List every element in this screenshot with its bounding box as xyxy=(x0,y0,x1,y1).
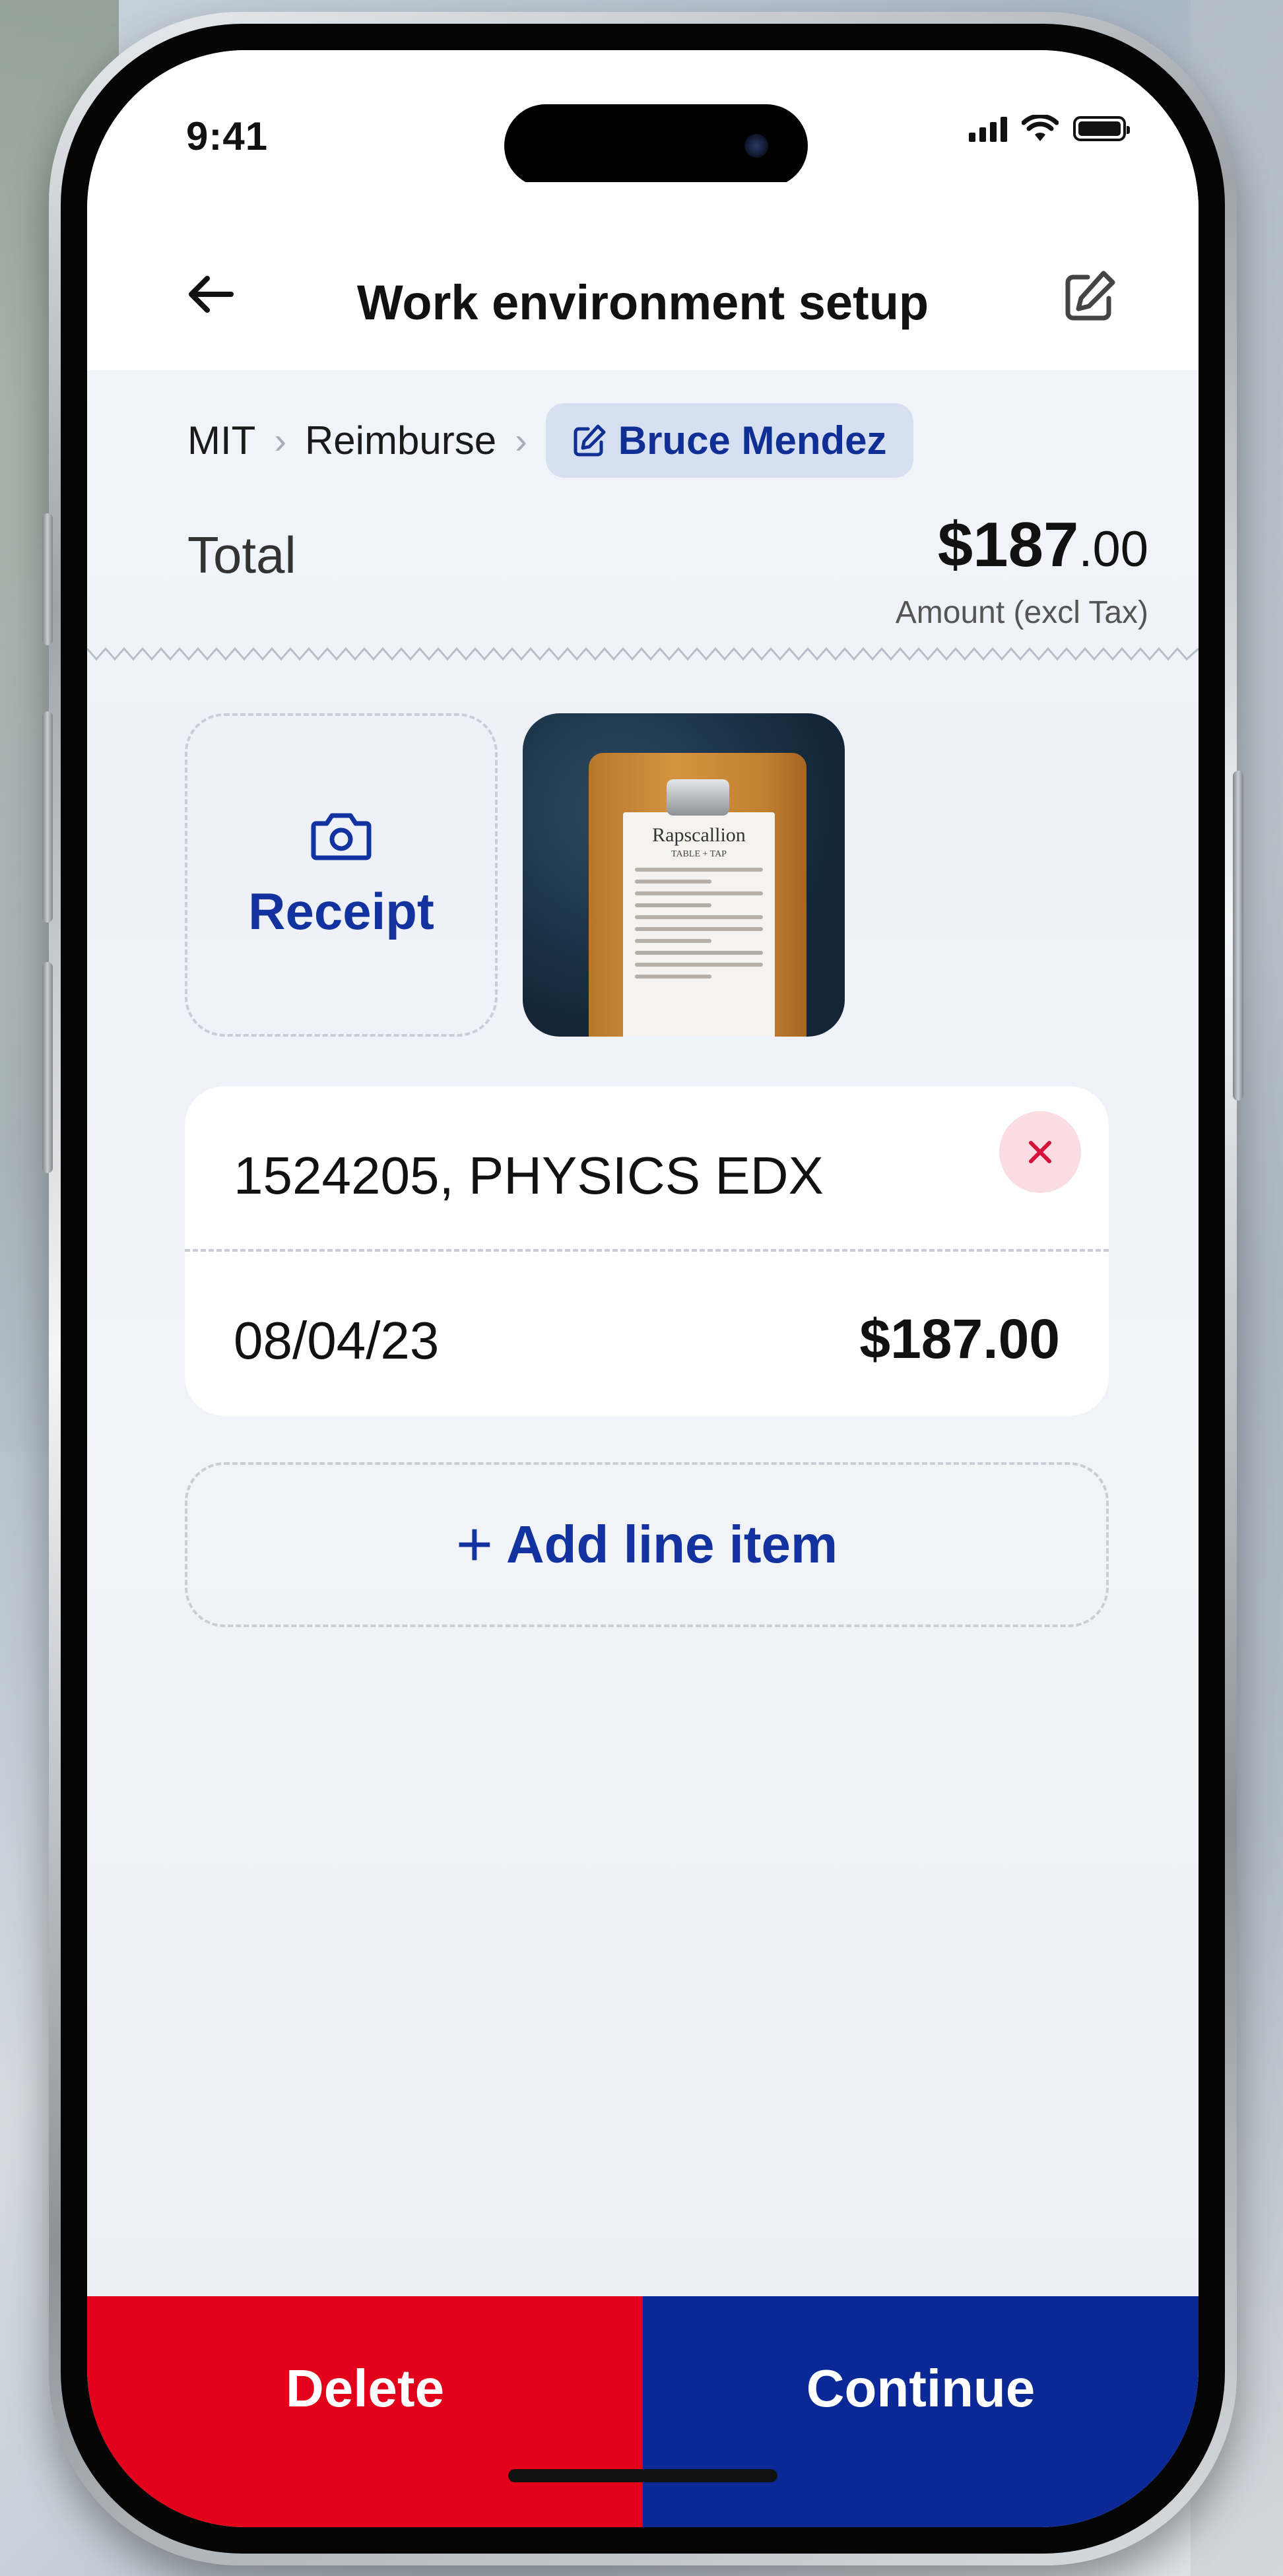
receipt-upload-button[interactable]: Receipt xyxy=(185,713,498,1037)
page-title: Work environment setup xyxy=(356,275,929,330)
receipt-text-line xyxy=(635,915,763,919)
line-item-card[interactable]: 1524205, PHYSICS EDX 08/04/23 $187.00 xyxy=(185,1086,1109,1416)
chevron-right-icon: › xyxy=(515,420,527,461)
receipt-logo-subtext: TABLE + TAP xyxy=(671,849,727,859)
status-icons xyxy=(969,115,1130,143)
edit-icon[interactable] xyxy=(1061,268,1118,325)
receipt-text-line xyxy=(635,891,763,895)
receipt-text-line xyxy=(635,880,712,884)
dynamic-island xyxy=(504,104,808,187)
plus-icon: + xyxy=(455,1509,493,1580)
clipboard-clip xyxy=(667,779,729,816)
screen: 9:41 Work environment setup MIT › Reimbu… xyxy=(87,50,1199,2527)
phone-frame: 9:41 Work environment setup MIT › Reimbu… xyxy=(42,12,1243,2565)
receipt-text-line xyxy=(635,903,712,907)
clipboard-image: Rapscallion TABLE + TAP xyxy=(589,753,806,1037)
line-item-divider xyxy=(185,1249,1109,1252)
receipt-text-line xyxy=(635,868,763,872)
home-indicator[interactable] xyxy=(508,2469,777,2482)
receipt-text-line xyxy=(635,927,763,931)
delete-button-label: Delete xyxy=(285,2359,445,2418)
receipt-logo-text: Rapscallion xyxy=(652,824,746,846)
volume-up-button xyxy=(42,711,53,922)
line-item-title: 1524205, PHYSICS EDX xyxy=(234,1146,824,1205)
volume-down-button xyxy=(42,962,53,1173)
power-button xyxy=(1233,771,1243,1101)
receipt-text-line xyxy=(635,963,763,967)
delete-button[interactable]: Delete xyxy=(87,2296,643,2527)
action-button xyxy=(42,513,53,645)
total-amount: $187.00 xyxy=(938,509,1148,581)
front-camera xyxy=(744,134,768,158)
chevron-right-icon: › xyxy=(274,420,286,461)
breadcrumb: MIT › Reimburse › Bruce Mendez xyxy=(187,403,913,478)
camera-icon xyxy=(311,813,372,860)
status-bar: 9:41 xyxy=(87,50,1199,187)
line-item-amount: $187.00 xyxy=(859,1308,1060,1370)
total-subtitle: Amount (excl Tax) xyxy=(895,595,1148,630)
total-label: Total xyxy=(187,526,296,584)
total-amount-cents: .00 xyxy=(1078,521,1148,577)
header: Work environment setup xyxy=(87,182,1199,370)
wifi-icon xyxy=(1022,115,1059,141)
receipt-text-line xyxy=(635,939,712,943)
continue-button[interactable]: Continue xyxy=(643,2296,1199,2527)
receipt-label: Receipt xyxy=(248,882,434,940)
breadcrumb-current-label: Bruce Mendez xyxy=(618,418,887,463)
close-icon xyxy=(1029,1141,1051,1163)
receipt-thumbnail[interactable]: Rapscallion TABLE + TAP xyxy=(523,713,845,1037)
receipt-text-line xyxy=(635,975,712,979)
receipt-paper: Rapscallion TABLE + TAP xyxy=(623,812,775,1037)
add-line-item-button[interactable]: + Add line item xyxy=(185,1462,1109,1627)
line-item-date: 08/04/23 xyxy=(234,1311,440,1370)
bottom-action-bar: Delete Continue xyxy=(87,2296,1199,2527)
remove-line-item-button[interactable] xyxy=(999,1111,1081,1193)
continue-button-label: Continue xyxy=(806,2359,1036,2418)
add-line-item-label: Add line item xyxy=(506,1515,838,1574)
breadcrumb-current-chip[interactable]: Bruce Mendez xyxy=(545,403,913,478)
total-amount-main: $187 xyxy=(937,509,1079,580)
battery-icon xyxy=(1073,116,1130,141)
signal-icon xyxy=(969,115,1007,142)
receipt-edge-divider xyxy=(87,647,1199,661)
breadcrumb-item-mit[interactable]: MIT xyxy=(187,418,255,463)
receipt-text-line xyxy=(635,951,763,955)
edit-icon xyxy=(574,424,606,456)
breadcrumb-item-reimburse[interactable]: Reimburse xyxy=(305,418,496,463)
status-time: 9:41 xyxy=(186,114,269,158)
